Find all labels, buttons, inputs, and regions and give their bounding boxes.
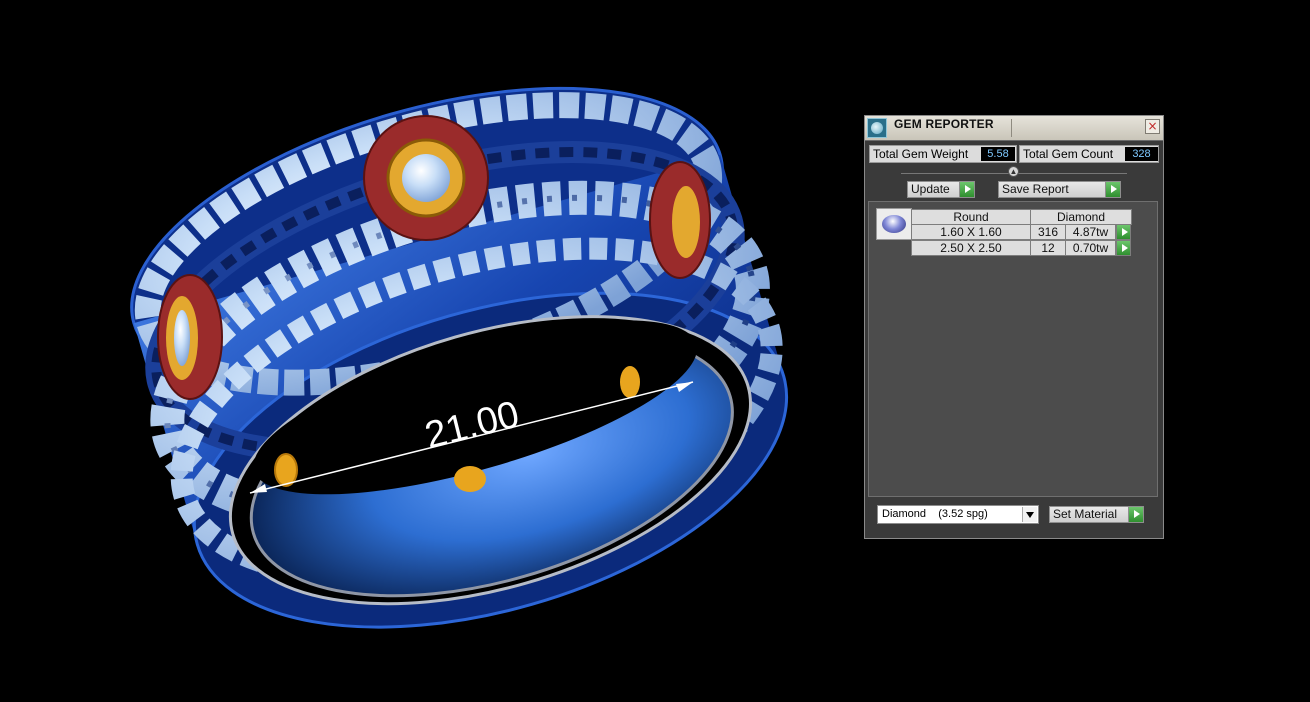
row1-weight: 4.87tw bbox=[1065, 224, 1116, 240]
total-weight-field: Total Gem Weight 5.58 bbox=[869, 145, 1017, 163]
row1-count: 316 bbox=[1030, 224, 1066, 240]
panel-title: GEM REPORTER bbox=[894, 117, 994, 131]
update-button[interactable]: Update bbox=[907, 181, 975, 198]
set-material-label: Set Material bbox=[1053, 507, 1118, 521]
gem-reporter-app-icon bbox=[867, 118, 887, 138]
row2-size: 2.50 X 2.50 bbox=[911, 240, 1031, 256]
chevron-down-icon[interactable] bbox=[1022, 507, 1037, 522]
row1-size: 1.60 X 1.60 bbox=[911, 224, 1031, 240]
play-icon bbox=[1105, 182, 1120, 197]
save-report-button[interactable]: Save Report bbox=[998, 181, 1121, 198]
save-report-label: Save Report bbox=[1002, 182, 1069, 196]
set-material-button[interactable]: Set Material bbox=[1049, 506, 1144, 523]
row2-weight: 0.70tw bbox=[1065, 240, 1116, 256]
close-button[interactable]: × bbox=[1145, 119, 1160, 134]
total-count-field: Total Gem Count 328 bbox=[1019, 145, 1159, 163]
row2-count: 12 bbox=[1030, 240, 1066, 256]
material-select[interactable]: Diamond (3.52 spg) bbox=[877, 505, 1039, 524]
gear-left bbox=[157, 274, 223, 400]
header-diamond: Diamond bbox=[1030, 209, 1132, 225]
play-icon bbox=[959, 182, 974, 197]
total-count-label: Total Gem Count bbox=[1023, 147, 1114, 161]
header-round: Round bbox=[911, 209, 1031, 225]
row2-play-button[interactable] bbox=[1116, 240, 1131, 256]
row1-play-button[interactable] bbox=[1116, 224, 1131, 240]
material-value: Diamond (3.52 spg) bbox=[882, 508, 988, 520]
gem-reporter-panel: GEM REPORTER × Total Gem Weight 5.58 Tot… bbox=[864, 115, 1164, 539]
play-icon bbox=[1128, 507, 1143, 522]
total-count-value: 328 bbox=[1125, 147, 1158, 161]
gear-top bbox=[363, 115, 489, 241]
round-gem-icon[interactable] bbox=[876, 208, 912, 240]
gear-right bbox=[649, 161, 711, 279]
total-weight-value: 5.58 bbox=[981, 147, 1015, 161]
title-bar[interactable]: GEM REPORTER × bbox=[865, 116, 1163, 141]
update-label: Update bbox=[911, 182, 950, 196]
total-weight-label: Total Gem Weight bbox=[873, 147, 969, 161]
title-separator bbox=[1011, 119, 1012, 137]
slider-knob[interactable]: ▲ bbox=[1008, 166, 1019, 177]
gem-list[interactable]: Round Diamond 1.60 X 1.60 316 4.87tw 2.5… bbox=[868, 201, 1158, 497]
